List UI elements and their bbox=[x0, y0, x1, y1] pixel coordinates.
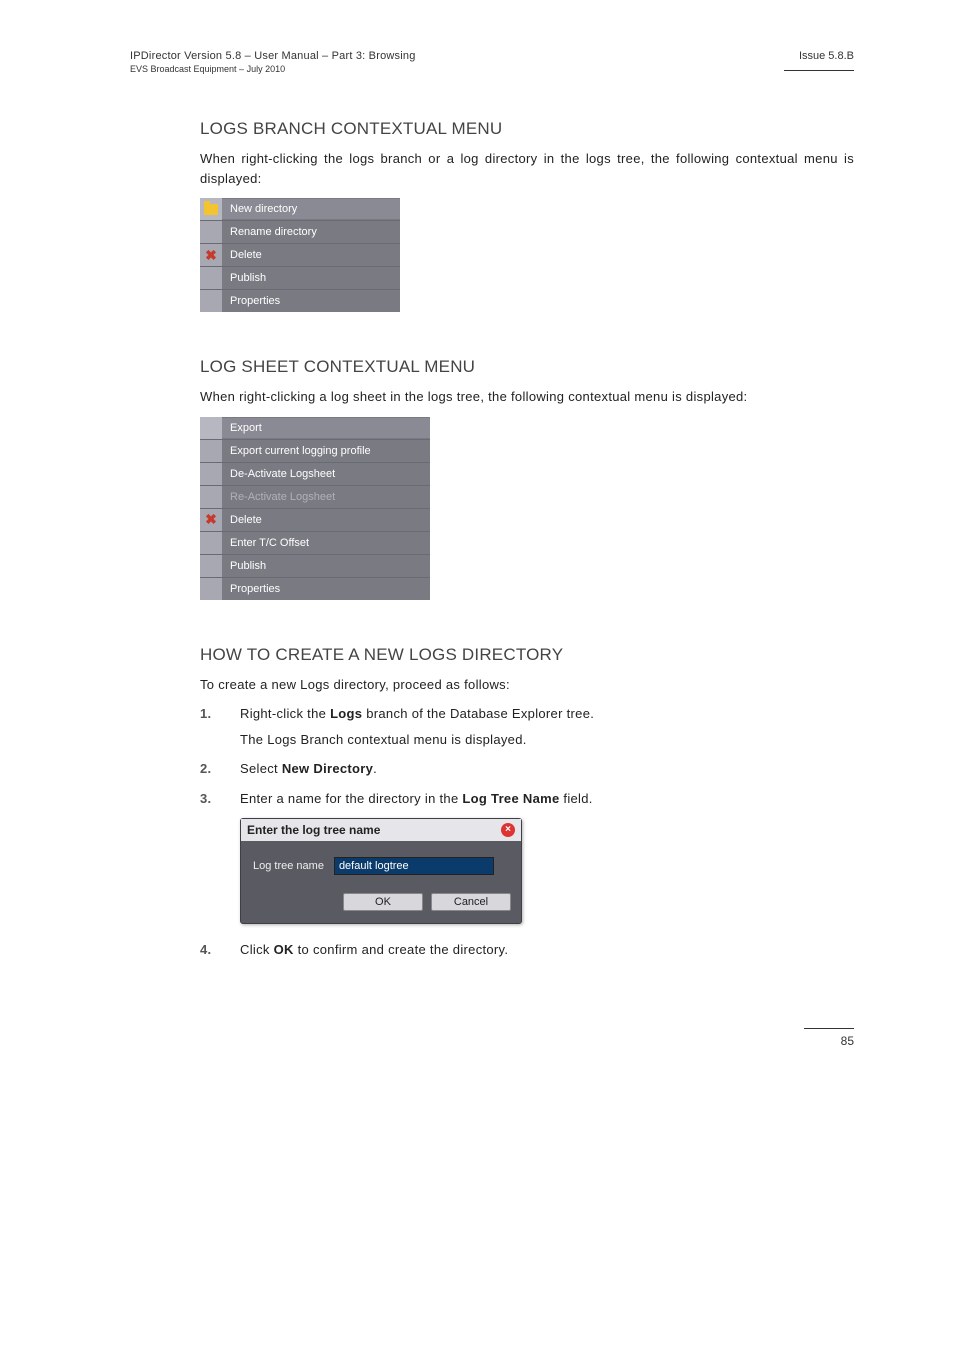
blank-icon bbox=[200, 555, 222, 577]
step-number: 3. bbox=[200, 789, 240, 809]
dialog-field-label: Log tree name bbox=[253, 860, 324, 872]
context-menu-sheet: Export Export current logging profile De… bbox=[200, 417, 430, 600]
ctx-item-new-directory[interactable]: New directory bbox=[200, 198, 400, 220]
step-text-part: The Logs Branch contextual menu is displ… bbox=[240, 730, 854, 750]
blank-icon bbox=[200, 221, 222, 243]
step-4: 4. Click OK to confirm and create the di… bbox=[200, 940, 854, 960]
step-text-part: field. bbox=[560, 791, 593, 806]
ctx-item-publish-sheet[interactable]: Publish bbox=[200, 554, 430, 577]
header-issue: Issue 5.8.B bbox=[784, 50, 854, 62]
ctx-label: Rename directory bbox=[222, 222, 400, 242]
step-text-part: . bbox=[373, 761, 377, 776]
step-text-part: branch of the Database Explorer tree. bbox=[362, 706, 594, 721]
ctx-item-delete-sheet[interactable]: ✖ Delete bbox=[200, 508, 430, 531]
cancel-button[interactable]: Cancel bbox=[431, 893, 511, 911]
ctx-item-deactivate-logsheet[interactable]: De-Activate Logsheet bbox=[200, 462, 430, 485]
step-text-part: Enter a name for the directory in the bbox=[240, 791, 462, 806]
ctx-item-properties-sheet[interactable]: Properties bbox=[200, 577, 430, 600]
page-number: 85 bbox=[130, 1034, 854, 1048]
ctx-label: Publish bbox=[222, 556, 430, 576]
delete-x-icon: ✖ bbox=[200, 509, 222, 531]
header-left-line2: EVS Broadcast Equipment – July 2010 bbox=[130, 64, 416, 74]
blank-icon bbox=[200, 578, 222, 600]
ctx-item-delete[interactable]: ✖ Delete bbox=[200, 243, 400, 266]
ctx-item-reactivate-logsheet: Re-Activate Logsheet bbox=[200, 485, 430, 508]
step-text-bold: Log Tree Name bbox=[462, 791, 559, 806]
ctx-item-rename-directory[interactable]: Rename directory bbox=[200, 220, 400, 243]
step-2: 2. Select New Directory. bbox=[200, 759, 854, 779]
ctx-item-export-profile[interactable]: Export current logging profile bbox=[200, 439, 430, 462]
header-left-line1: IPDirector Version 5.8 – User Manual – P… bbox=[130, 50, 416, 62]
ctx-label: Enter T/C Offset bbox=[222, 533, 430, 553]
section-title-sheet-menu: LOG SHEET CONTEXTUAL MENU bbox=[200, 357, 854, 377]
para-branch-menu: When right-clicking the logs branch or a… bbox=[200, 149, 854, 188]
dialog-title-text: Enter the log tree name bbox=[247, 823, 380, 837]
step-text-part: Select bbox=[240, 761, 282, 776]
ctx-label: Properties bbox=[222, 291, 400, 311]
context-menu-branch: New directory Rename directory ✖ Delete … bbox=[200, 198, 400, 312]
dialog-log-tree-name: Enter the log tree name × Log tree name … bbox=[240, 818, 522, 924]
step-number: 1. bbox=[200, 704, 240, 749]
step-text-part: Right-click the bbox=[240, 706, 330, 721]
ctx-label: Re-Activate Logsheet bbox=[222, 487, 430, 507]
ctx-label: Export bbox=[222, 418, 430, 438]
ctx-item-publish[interactable]: Publish bbox=[200, 266, 400, 289]
close-icon[interactable]: × bbox=[501, 823, 515, 837]
ctx-item-properties[interactable]: Properties bbox=[200, 289, 400, 312]
blank-icon bbox=[200, 290, 222, 312]
ctx-label: Export current logging profile bbox=[222, 441, 430, 461]
step-3: 3. Enter a name for the directory in the… bbox=[200, 789, 854, 809]
input-value: default logtree bbox=[339, 860, 409, 872]
ctx-label: Publish bbox=[222, 268, 400, 288]
blank-icon bbox=[200, 417, 222, 439]
ctx-label: New directory bbox=[222, 199, 400, 219]
section-title-branch-menu: LOGS BRANCH CONTEXTUAL MENU bbox=[200, 119, 854, 139]
blank-icon bbox=[200, 463, 222, 485]
blank-icon bbox=[200, 440, 222, 462]
ctx-label: Properties bbox=[222, 579, 430, 599]
ok-button[interactable]: OK bbox=[343, 893, 423, 911]
step-text-part: to confirm and create the directory. bbox=[294, 942, 509, 957]
ctx-item-export[interactable]: Export bbox=[200, 417, 430, 439]
step-text-bold: OK bbox=[274, 942, 294, 957]
step-number: 2. bbox=[200, 759, 240, 779]
blank-icon bbox=[200, 267, 222, 289]
blank-icon bbox=[200, 486, 222, 508]
header-underline bbox=[784, 70, 854, 71]
section-title-howto: HOW TO CREATE A NEW LOGS DIRECTORY bbox=[200, 645, 854, 665]
step-1: 1. Right-click the Logs branch of the Da… bbox=[200, 704, 854, 749]
page-footer: 85 bbox=[130, 1020, 854, 1048]
ctx-item-tc-offset[interactable]: Enter T/C Offset bbox=[200, 531, 430, 554]
step-text-bold: New Directory bbox=[282, 761, 373, 776]
step-number: 4. bbox=[200, 940, 240, 960]
blank-icon bbox=[200, 532, 222, 554]
para-howto-intro: To create a new Logs directory, proceed … bbox=[200, 675, 854, 695]
ctx-label: Delete bbox=[222, 245, 400, 265]
step-text-part: Click bbox=[240, 942, 274, 957]
page-header: IPDirector Version 5.8 – User Manual – P… bbox=[130, 50, 854, 74]
ctx-label: De-Activate Logsheet bbox=[222, 464, 430, 484]
para-sheet-menu: When right-clicking a log sheet in the l… bbox=[200, 387, 854, 407]
ctx-label: Delete bbox=[222, 510, 430, 530]
log-tree-name-input[interactable]: default logtree bbox=[334, 857, 494, 875]
step-text-bold: Logs bbox=[330, 706, 362, 721]
delete-x-icon: ✖ bbox=[200, 244, 222, 266]
folder-icon bbox=[200, 198, 222, 220]
